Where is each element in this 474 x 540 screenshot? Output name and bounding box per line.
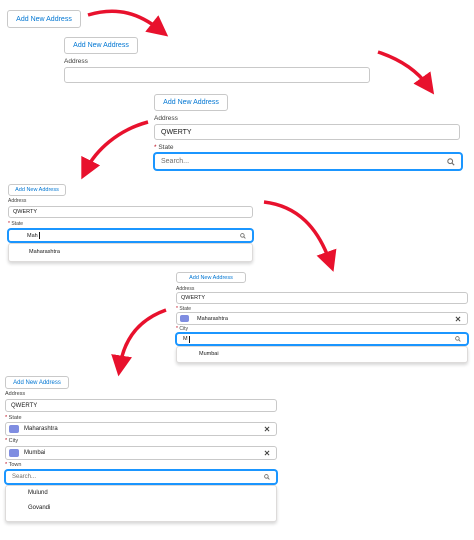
state-typed-value: Mah — [27, 232, 38, 239]
city-selected-pill[interactable]: Mumbai — [5, 446, 277, 460]
town-label: * Town — [5, 462, 22, 468]
state-selected-pill[interactable]: Maharashtra — [176, 312, 468, 325]
city-label: * City — [176, 326, 188, 332]
state-label: * State — [8, 221, 24, 227]
state-label: * State — [5, 415, 22, 421]
town-option[interactable]: Mulund — [28, 490, 48, 496]
city-typed-value: M — [183, 336, 188, 342]
city-search-input[interactable]: M — [176, 333, 468, 345]
address-value: QWERTY — [11, 402, 38, 409]
address-input[interactable]: QWERTY — [5, 399, 277, 412]
state-option-maharashtra[interactable]: Maharashtra — [29, 249, 60, 255]
lookup-record-icon — [180, 315, 189, 322]
search-icon — [447, 157, 455, 166]
address-label: Address — [64, 58, 88, 65]
state-selected-pill[interactable]: Maharashtra — [5, 422, 277, 436]
address-value: QWERTY — [181, 295, 206, 301]
town-dropdown: Mulund Govandi — [5, 485, 277, 522]
add-new-address-button-step6[interactable]: Add New Address — [5, 376, 69, 389]
search-icon — [264, 474, 270, 480]
arrow-4 — [263, 200, 337, 272]
address-value: QWERTY — [161, 128, 192, 136]
search-placeholder: Search... — [161, 158, 190, 165]
city-dropdown: Mumbai — [176, 346, 468, 363]
city-option-mumbai[interactable]: Mumbai — [199, 351, 219, 357]
search-icon — [240, 232, 246, 239]
address-input[interactable]: QWERTY — [154, 124, 460, 140]
add-new-address-button-step1[interactable]: Add New Address — [7, 10, 81, 28]
state-label: * State — [154, 144, 174, 151]
town-search-input[interactable]: Search... — [5, 470, 277, 484]
address-label: Address — [8, 198, 27, 204]
state-search-input[interactable]: Mah — [8, 229, 253, 242]
clear-icon[interactable] — [264, 426, 270, 432]
add-new-address-button-step5[interactable]: Add New Address — [176, 272, 246, 283]
address-label: Address — [5, 391, 26, 397]
address-input[interactable]: QWERTY — [176, 292, 468, 304]
arrow-2 — [377, 50, 435, 95]
address-value: QWERTY — [13, 209, 38, 215]
clear-icon[interactable] — [455, 316, 461, 322]
city-label: * City — [5, 438, 19, 444]
state-search-input[interactable]: Search... — [154, 153, 462, 170]
address-input[interactable]: QWERTY — [8, 206, 253, 218]
state-selected-value: Maharashtra — [24, 426, 58, 432]
state-dropdown: Maharashtra — [8, 243, 253, 262]
city-selected-value: Mumbai — [24, 450, 46, 456]
address-input-empty[interactable] — [64, 67, 370, 83]
arrow-5 — [111, 308, 167, 377]
arrow-1 — [87, 9, 169, 37]
search-icon — [455, 336, 461, 342]
lookup-record-icon — [9, 449, 19, 457]
search-placeholder: Search... — [12, 474, 37, 480]
add-new-address-button-step4[interactable]: Add New Address — [8, 184, 66, 196]
add-new-address-button-step2[interactable]: Add New Address — [64, 37, 138, 54]
clear-icon[interactable] — [264, 450, 270, 456]
lookup-record-icon — [9, 425, 19, 433]
state-selected-value: Maharashtra — [197, 315, 228, 322]
add-new-address-button-step3[interactable]: Add New Address — [154, 94, 228, 111]
address-label: Address — [154, 115, 178, 122]
arrow-3 — [81, 120, 149, 180]
town-option[interactable]: Govandi — [28, 505, 50, 511]
